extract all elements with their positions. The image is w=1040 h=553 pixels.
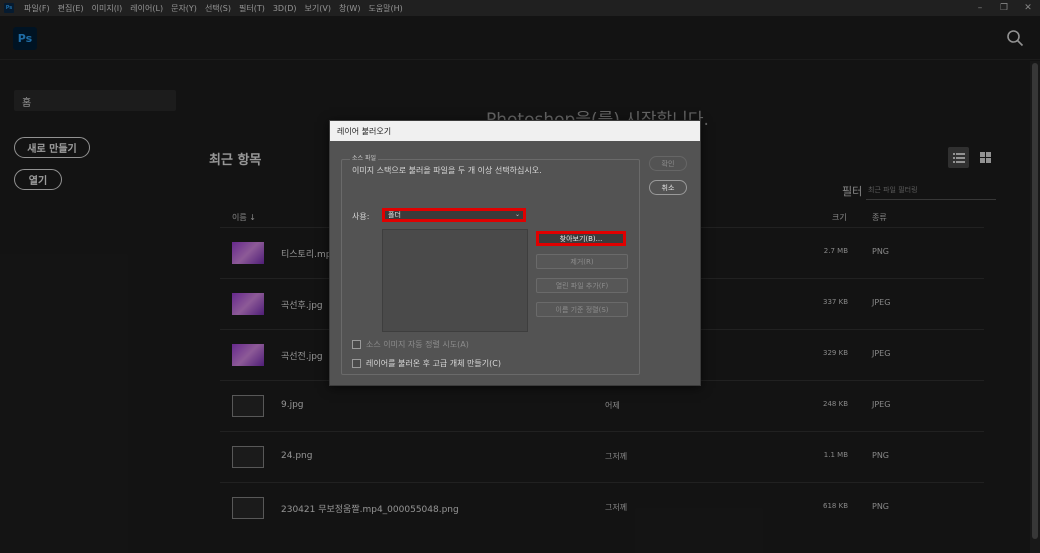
smart-object-option[interactable]: 레이어를 불러온 후 고급 개체 만들기(C) (352, 358, 501, 369)
cancel-button[interactable]: 취소 (649, 180, 687, 195)
use-select[interactable]: 폴더 ⌄ (382, 208, 526, 222)
remove-button[interactable]: 제거(R) (536, 254, 628, 269)
file-listbox[interactable] (382, 229, 528, 332)
auto-align-label: 소스 이미지 자동 정렬 시도(A) (366, 340, 469, 349)
use-label: 사용: (352, 212, 370, 221)
browse-button[interactable]: 찾아보기(B)... (536, 231, 626, 246)
dialog-title: 레이어 불러오기 (330, 121, 700, 141)
dialog-instruction: 이미지 스택으로 불러올 파일을 두 개 이상 선택하십시오. (352, 166, 542, 175)
smart-object-label: 레이어를 불러온 후 고급 개체 만들기(C) (366, 359, 501, 368)
ok-button[interactable]: 확인 (649, 156, 687, 171)
source-files-label: 소스 파일 (350, 153, 378, 162)
load-layers-dialog: 레이어 불러오기 소스 파일 이미지 스택으로 불러올 파일을 두 개 이상 선… (329, 120, 701, 386)
auto-align-checkbox[interactable] (352, 340, 361, 349)
use-select-value: 폴더 (388, 211, 401, 219)
auto-align-option[interactable]: 소스 이미지 자동 정렬 시도(A) (352, 339, 469, 350)
smart-object-checkbox[interactable] (352, 359, 361, 368)
sort-by-name-button[interactable]: 이름 기준 정렬(S) (536, 302, 628, 317)
chevron-down-icon: ⌄ (514, 211, 520, 218)
add-open-files-button[interactable]: 열린 파일 추가(F) (536, 278, 628, 293)
